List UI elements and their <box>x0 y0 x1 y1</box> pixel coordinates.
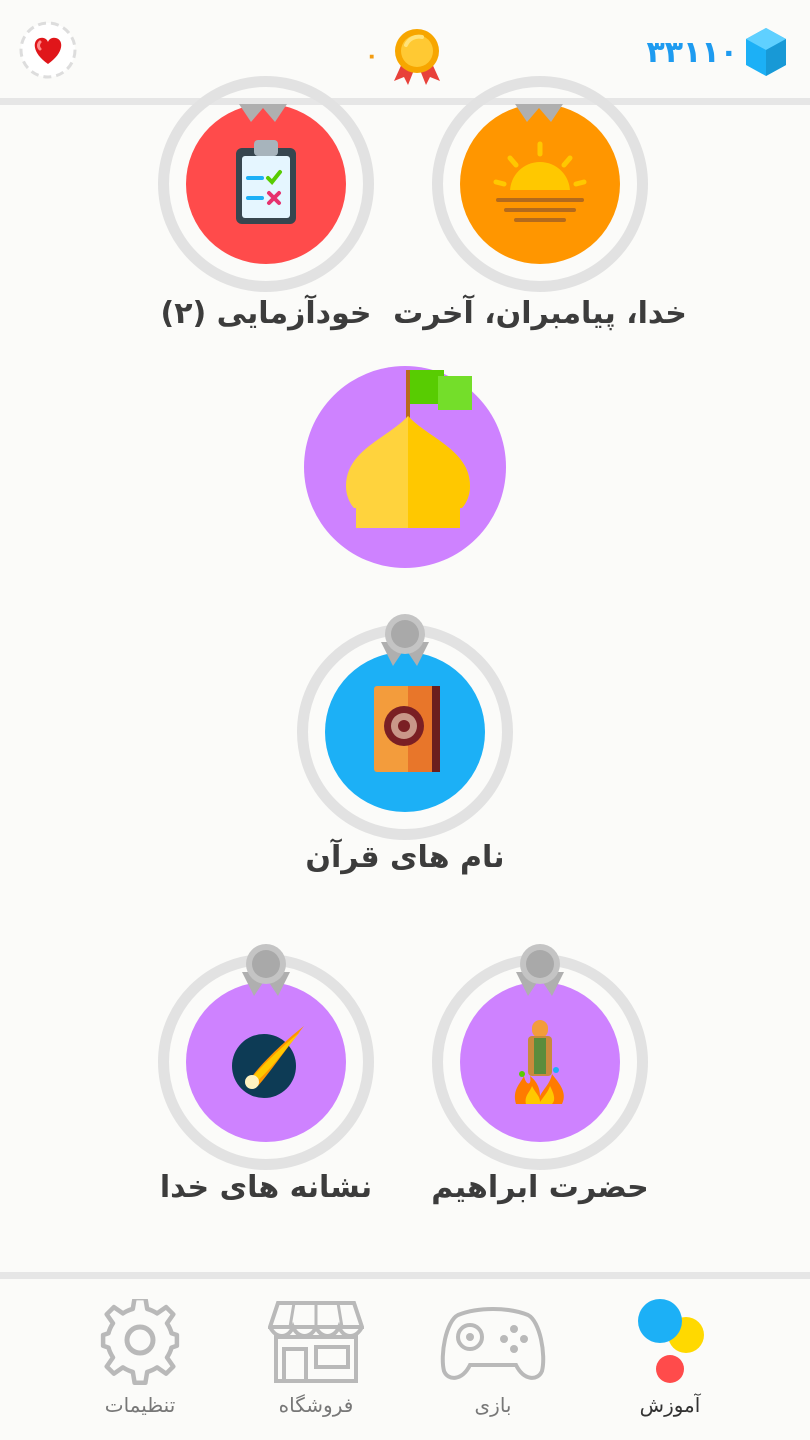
gem-icon <box>746 28 786 76</box>
skill-quran-label: نام های قرآن <box>305 840 505 875</box>
crown-badge-icon <box>242 944 290 996</box>
quran-book-icon <box>374 686 440 772</box>
heart-icon[interactable] <box>18 20 78 80</box>
crown-badge-icon <box>515 104 563 122</box>
tab-game[interactable]: بازی <box>413 1279 573 1440</box>
comet-icon <box>232 1026 304 1098</box>
crown-badge-icon <box>381 614 429 666</box>
skill-ebrahim[interactable]: حضرت ابراهیم <box>380 942 700 1222</box>
skill-neshaneh-label: نشانه های خدا <box>159 1170 373 1205</box>
shop-icon <box>268 1301 364 1383</box>
crown-badge-icon <box>239 104 287 122</box>
skill-khoda-label: خدا، پیامبران، آخرت <box>393 296 687 331</box>
tab-game-label: بازی <box>474 1393 512 1417</box>
skill-neshaneh[interactable]: نشانه های خدا <box>106 942 426 1222</box>
gamepad-icon <box>440 1307 546 1380</box>
tab-settings-label: تنظیمات <box>104 1393 176 1417</box>
tab-learn-label: آموزش <box>639 1393 701 1417</box>
checkpoint-mosque[interactable] <box>304 366 506 568</box>
gear-icon <box>100 1299 180 1385</box>
skill-khodazmaei-label: خودآزمایی (۲) <box>160 296 372 331</box>
tab-shop[interactable]: فروشگاه <box>236 1279 396 1440</box>
sunset-icon <box>493 141 587 230</box>
bottom-divider <box>0 1272 810 1279</box>
tab-settings[interactable]: تنظیمات <box>60 1279 220 1440</box>
tab-learn[interactable]: آموزش <box>590 1279 750 1440</box>
clipboard-icon <box>236 140 296 224</box>
bottom-tab-bar: آموزش بازی فروشگاه تنظیمات <box>0 1279 810 1440</box>
skill-ebrahim-label: حضرت ابراهیم <box>431 1170 649 1205</box>
learn-dots-icon <box>638 1299 704 1383</box>
crown-badge-icon <box>516 944 564 996</box>
fire-icon <box>514 1020 564 1104</box>
skill-quran[interactable]: نام های قرآن <box>245 612 565 892</box>
mosque-dome-icon <box>346 370 472 528</box>
tab-shop-label: فروشگاه <box>278 1393 354 1417</box>
